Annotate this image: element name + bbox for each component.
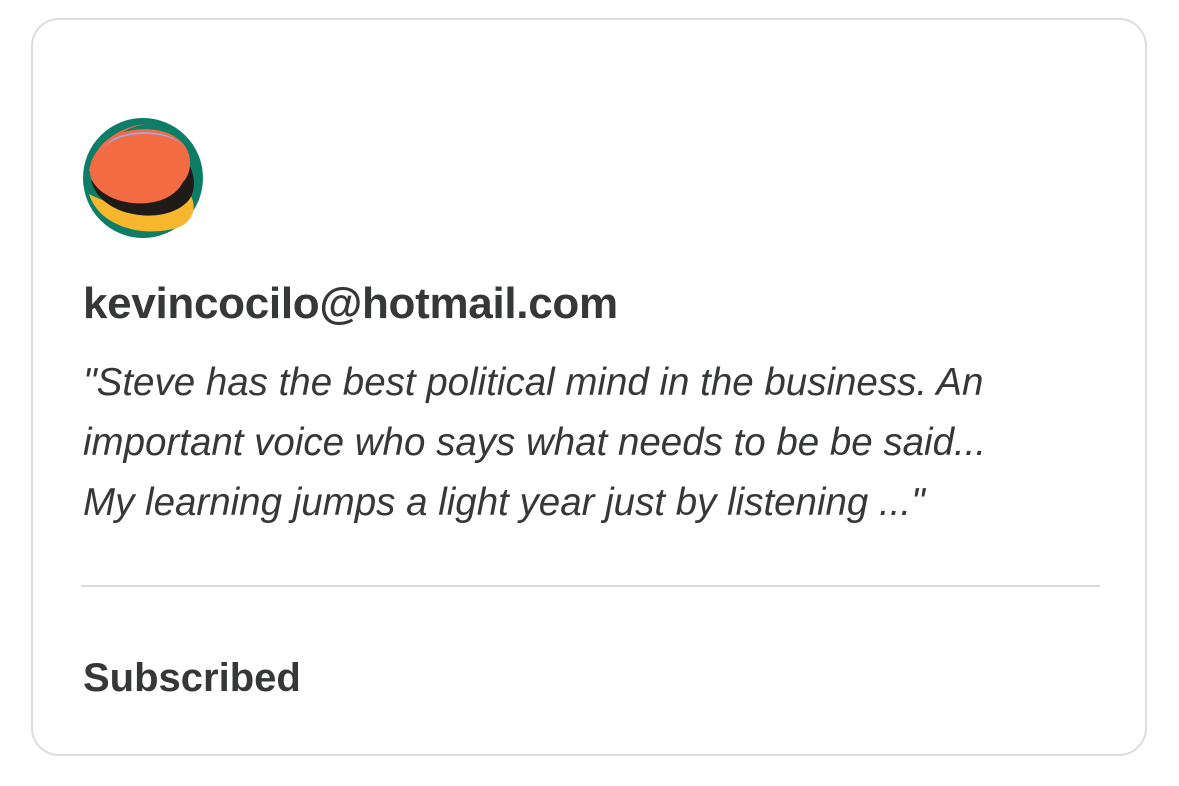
subscriber-email: kevincocilo@hotmail.com [83, 279, 618, 328]
section-divider [81, 585, 1100, 587]
quote-line-2: important voice who says what needs to b… [83, 421, 987, 464]
subscription-status: Subscribed [83, 656, 301, 700]
avatar [81, 116, 205, 240]
quote-line-3: My learning jumps a light year just by l… [83, 481, 925, 524]
quote-line-1: "Steve has the best political mind in th… [83, 361, 984, 404]
abstract-avatar-icon [83, 118, 203, 238]
subscriber-card: kevincocilo@hotmail.com "Steve has the b… [31, 18, 1147, 756]
testimonial-quote: "Steve has the best political mind in th… [83, 353, 1093, 533]
